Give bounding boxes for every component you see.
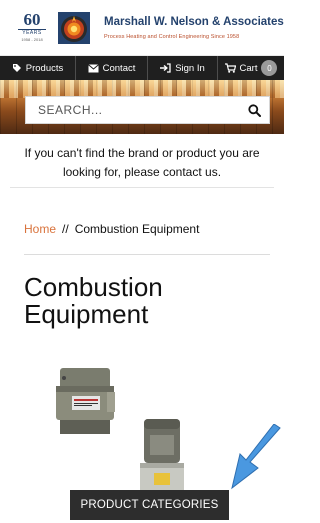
anniversary-word: YEARS bbox=[18, 29, 46, 37]
nav-sign-in[interactable]: Sign In bbox=[148, 56, 218, 80]
breadcrumb-divider bbox=[24, 254, 270, 255]
sign-in-icon bbox=[160, 63, 171, 73]
page-title: Combustion Equipment bbox=[24, 272, 163, 329]
company-logo-icon[interactable] bbox=[57, 11, 91, 45]
product-image-actuator[interactable] bbox=[52, 362, 122, 440]
breadcrumb-current: Combustion Equipment bbox=[74, 222, 200, 236]
search-icon bbox=[247, 103, 261, 117]
top-nav: Products Contact Sign In Cart 0 bbox=[0, 56, 284, 80]
anniversary-range: 1958 - 2018 bbox=[21, 37, 43, 42]
contact-notice: If you can't find the brand or product y… bbox=[24, 146, 260, 179]
company-tagline: Process Heating and Control Engineering … bbox=[104, 34, 240, 40]
breadcrumb: Home // Combustion Equipment bbox=[24, 222, 270, 240]
nav-products[interactable]: Products bbox=[0, 56, 76, 80]
search-button[interactable] bbox=[239, 97, 269, 123]
nav-products-label: Products bbox=[25, 62, 64, 74]
company-name[interactable]: Marshall W. Nelson & Associates bbox=[104, 15, 284, 35]
nav-cart-label: Cart bbox=[239, 62, 258, 74]
product-categories-button[interactable]: PRODUCT CATEGORIES bbox=[70, 490, 229, 520]
pointer-arrow-icon bbox=[231, 424, 281, 490]
tag-icon bbox=[12, 64, 21, 72]
nav-sign-in-label: Sign In bbox=[175, 62, 205, 74]
breadcrumb-separator: // bbox=[62, 222, 69, 236]
search-bar bbox=[25, 96, 270, 124]
cart-icon bbox=[224, 63, 236, 73]
envelope-icon bbox=[87, 63, 99, 72]
nav-cart[interactable]: Cart 0 bbox=[218, 56, 284, 80]
nav-contact[interactable]: Contact bbox=[76, 56, 148, 80]
site-header: 60 YEARS 1958 - 2018 Marshall W. Nelson … bbox=[0, 0, 284, 56]
nav-contact-label: Contact bbox=[102, 62, 136, 74]
divider bbox=[10, 187, 274, 188]
search-input[interactable] bbox=[26, 97, 239, 123]
anniversary-badge: 60 YEARS 1958 - 2018 bbox=[18, 10, 46, 44]
breadcrumb-home-link[interactable]: Home bbox=[24, 222, 56, 236]
product-image-valve[interactable] bbox=[136, 417, 188, 497]
anniversary-number: 60 bbox=[23, 10, 41, 29]
cart-count-badge: 0 bbox=[261, 60, 278, 76]
